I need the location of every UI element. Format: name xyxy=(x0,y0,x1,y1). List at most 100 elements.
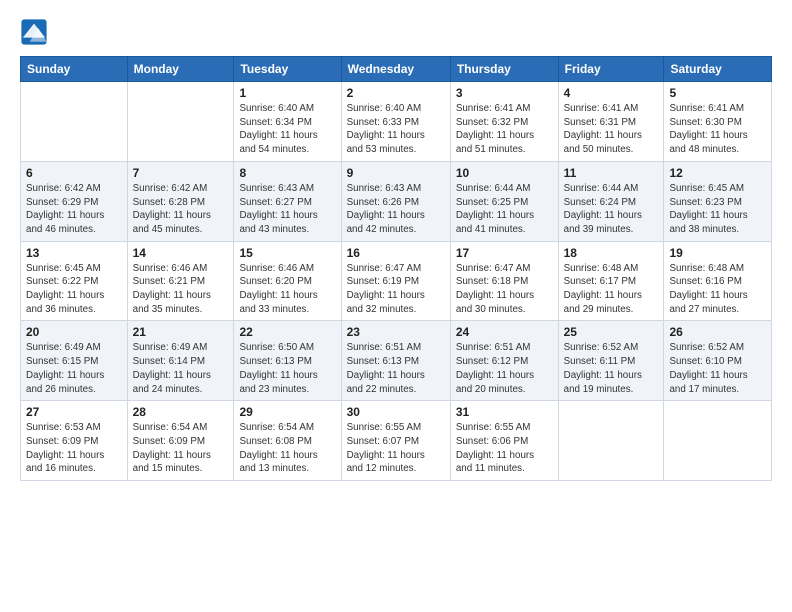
cell-info: Sunrise: 6:52 AM Sunset: 6:11 PM Dayligh… xyxy=(564,341,659,396)
day-number: 25 xyxy=(564,325,659,339)
day-number: 21 xyxy=(133,325,229,339)
day-number: 11 xyxy=(564,166,659,180)
cell-info: Sunrise: 6:41 AM Sunset: 6:32 PM Dayligh… xyxy=(456,102,553,157)
logo-icon xyxy=(20,18,48,46)
calendar-cell: 18Sunrise: 6:48 AM Sunset: 6:17 PM Dayli… xyxy=(558,241,664,321)
calendar-cell xyxy=(664,401,772,481)
calendar-cell: 16Sunrise: 6:47 AM Sunset: 6:19 PM Dayli… xyxy=(341,241,450,321)
cell-info: Sunrise: 6:45 AM Sunset: 6:22 PM Dayligh… xyxy=(26,262,122,317)
col-header-friday: Friday xyxy=(558,57,664,82)
day-number: 8 xyxy=(239,166,335,180)
calendar-cell: 23 Sunrise: 6:51 AM Sunset: 6:13 PM Dayli… xyxy=(341,321,450,401)
calendar-cell: 19 Sunrise: 6:48 AM Sunset: 6:16 PM Dayli… xyxy=(664,241,772,321)
col-header-saturday: Saturday xyxy=(664,57,772,82)
col-header-monday: Monday xyxy=(127,57,234,82)
cell-info: Sunrise: 6:48 AM Sunset: 6:16 PM Dayligh… xyxy=(669,262,766,317)
day-number: 26 xyxy=(669,325,766,339)
calendar-week-1: 1 Sunrise: 6:40 AM Sunset: 6:34 PM Daylig… xyxy=(21,82,772,162)
calendar-cell: 28 Sunrise: 6:54 AM Sunset: 6:09 PM Dayli… xyxy=(127,401,234,481)
day-number: 12 xyxy=(669,166,766,180)
calendar-cell: 10 Sunrise: 6:44 AM Sunset: 6:25 PM Dayli… xyxy=(450,161,558,241)
cell-info: Sunrise: 6:42 AM Sunset: 6:29 PM Dayligh… xyxy=(26,182,122,237)
day-number: 13 xyxy=(26,246,122,260)
day-number: 10 xyxy=(456,166,553,180)
calendar-cell xyxy=(127,82,234,162)
day-number: 27 xyxy=(26,405,122,419)
day-number: 19 xyxy=(669,246,766,260)
cell-info: Sunrise: 6:49 AM Sunset: 6:15 PM Dayligh… xyxy=(26,341,122,396)
calendar-cell: 5 Sunrise: 6:41 AM Sunset: 6:30 PM Daylig… xyxy=(664,82,772,162)
col-header-sunday: Sunday xyxy=(21,57,128,82)
day-number: 24 xyxy=(456,325,553,339)
calendar-cell: 17Sunrise: 6:47 AM Sunset: 6:18 PM Dayli… xyxy=(450,241,558,321)
cell-info: Sunrise: 6:43 AM Sunset: 6:26 PM Dayligh… xyxy=(347,182,445,237)
calendar-table: SundayMondayTuesdayWednesdayThursdayFrid… xyxy=(20,56,772,481)
day-number: 22 xyxy=(239,325,335,339)
cell-info: Sunrise: 6:40 AM Sunset: 6:34 PM Dayligh… xyxy=(239,102,335,157)
calendar-cell: 6 Sunrise: 6:42 AM Sunset: 6:29 PM Daylig… xyxy=(21,161,128,241)
logo xyxy=(20,18,50,46)
cell-info: Sunrise: 6:46 AM Sunset: 6:21 PM Dayligh… xyxy=(133,262,229,317)
day-number: 4 xyxy=(564,86,659,100)
cell-info: Sunrise: 6:41 AM Sunset: 6:31 PM Dayligh… xyxy=(564,102,659,157)
calendar-cell: 7Sunrise: 6:42 AM Sunset: 6:28 PM Daylig… xyxy=(127,161,234,241)
calendar-cell: 31 Sunrise: 6:55 AM Sunset: 6:06 PM Dayli… xyxy=(450,401,558,481)
day-number: 17 xyxy=(456,246,553,260)
calendar-week-3: 13 Sunrise: 6:45 AM Sunset: 6:22 PM Dayli… xyxy=(21,241,772,321)
calendar-cell: 20 Sunrise: 6:49 AM Sunset: 6:15 PM Dayli… xyxy=(21,321,128,401)
calendar-cell: 8Sunrise: 6:43 AM Sunset: 6:27 PM Daylig… xyxy=(234,161,341,241)
cell-info: Sunrise: 6:44 AM Sunset: 6:24 PM Dayligh… xyxy=(564,182,659,237)
cell-info: Sunrise: 6:40 AM Sunset: 6:33 PM Dayligh… xyxy=(347,102,445,157)
day-number: 1 xyxy=(239,86,335,100)
calendar-cell: 11 Sunrise: 6:44 AM Sunset: 6:24 PM Dayli… xyxy=(558,161,664,241)
day-number: 28 xyxy=(133,405,229,419)
cell-info: Sunrise: 6:54 AM Sunset: 6:09 PM Dayligh… xyxy=(133,421,229,476)
day-number: 23 xyxy=(347,325,445,339)
col-header-wednesday: Wednesday xyxy=(341,57,450,82)
cell-info: Sunrise: 6:42 AM Sunset: 6:28 PM Dayligh… xyxy=(133,182,229,237)
calendar-cell: 21Sunrise: 6:49 AM Sunset: 6:14 PM Dayli… xyxy=(127,321,234,401)
cell-info: Sunrise: 6:47 AM Sunset: 6:19 PM Dayligh… xyxy=(347,262,445,317)
calendar-cell xyxy=(21,82,128,162)
calendar-cell: 2 Sunrise: 6:40 AM Sunset: 6:33 PM Daylig… xyxy=(341,82,450,162)
calendar-cell: 13 Sunrise: 6:45 AM Sunset: 6:22 PM Dayli… xyxy=(21,241,128,321)
day-number: 31 xyxy=(456,405,553,419)
cell-info: Sunrise: 6:46 AM Sunset: 6:20 PM Dayligh… xyxy=(239,262,335,317)
calendar-cell: 27 Sunrise: 6:53 AM Sunset: 6:09 PM Dayli… xyxy=(21,401,128,481)
calendar-week-2: 6 Sunrise: 6:42 AM Sunset: 6:29 PM Daylig… xyxy=(21,161,772,241)
cell-info: Sunrise: 6:48 AM Sunset: 6:17 PM Dayligh… xyxy=(564,262,659,317)
calendar-cell: 3 Sunrise: 6:41 AM Sunset: 6:32 PM Daylig… xyxy=(450,82,558,162)
calendar-cell: 4 Sunrise: 6:41 AM Sunset: 6:31 PM Daylig… xyxy=(558,82,664,162)
day-number: 2 xyxy=(347,86,445,100)
cell-info: Sunrise: 6:45 AM Sunset: 6:23 PM Dayligh… xyxy=(669,182,766,237)
day-number: 15 xyxy=(239,246,335,260)
calendar-cell: 15 Sunrise: 6:46 AM Sunset: 6:20 PM Dayli… xyxy=(234,241,341,321)
day-number: 3 xyxy=(456,86,553,100)
day-number: 30 xyxy=(347,405,445,419)
cell-info: Sunrise: 6:54 AM Sunset: 6:08 PM Dayligh… xyxy=(239,421,335,476)
cell-info: Sunrise: 6:50 AM Sunset: 6:13 PM Dayligh… xyxy=(239,341,335,396)
cell-info: Sunrise: 6:44 AM Sunset: 6:25 PM Dayligh… xyxy=(456,182,553,237)
calendar-cell: 22 Sunrise: 6:50 AM Sunset: 6:13 PM Dayli… xyxy=(234,321,341,401)
calendar-cell: 14Sunrise: 6:46 AM Sunset: 6:21 PM Dayli… xyxy=(127,241,234,321)
col-header-tuesday: Tuesday xyxy=(234,57,341,82)
cell-info: Sunrise: 6:51 AM Sunset: 6:12 PM Dayligh… xyxy=(456,341,553,396)
calendar-cell: 30 Sunrise: 6:55 AM Sunset: 6:07 PM Dayli… xyxy=(341,401,450,481)
cell-info: Sunrise: 6:55 AM Sunset: 6:07 PM Dayligh… xyxy=(347,421,445,476)
day-number: 20 xyxy=(26,325,122,339)
day-number: 9 xyxy=(347,166,445,180)
calendar-cell: 26Sunrise: 6:52 AM Sunset: 6:10 PM Dayli… xyxy=(664,321,772,401)
cell-info: Sunrise: 6:53 AM Sunset: 6:09 PM Dayligh… xyxy=(26,421,122,476)
day-number: 29 xyxy=(239,405,335,419)
calendar-week-5: 27 Sunrise: 6:53 AM Sunset: 6:09 PM Dayli… xyxy=(21,401,772,481)
cell-info: Sunrise: 6:55 AM Sunset: 6:06 PM Dayligh… xyxy=(456,421,553,476)
cell-info: Sunrise: 6:51 AM Sunset: 6:13 PM Dayligh… xyxy=(347,341,445,396)
day-number: 5 xyxy=(669,86,766,100)
calendar-week-4: 20 Sunrise: 6:49 AM Sunset: 6:15 PM Dayli… xyxy=(21,321,772,401)
calendar-cell: 25 Sunrise: 6:52 AM Sunset: 6:11 PM Dayli… xyxy=(558,321,664,401)
day-number: 6 xyxy=(26,166,122,180)
header xyxy=(20,18,772,46)
calendar-cell: 24 Sunrise: 6:51 AM Sunset: 6:12 PM Dayli… xyxy=(450,321,558,401)
col-header-thursday: Thursday xyxy=(450,57,558,82)
cell-info: Sunrise: 6:41 AM Sunset: 6:30 PM Dayligh… xyxy=(669,102,766,157)
